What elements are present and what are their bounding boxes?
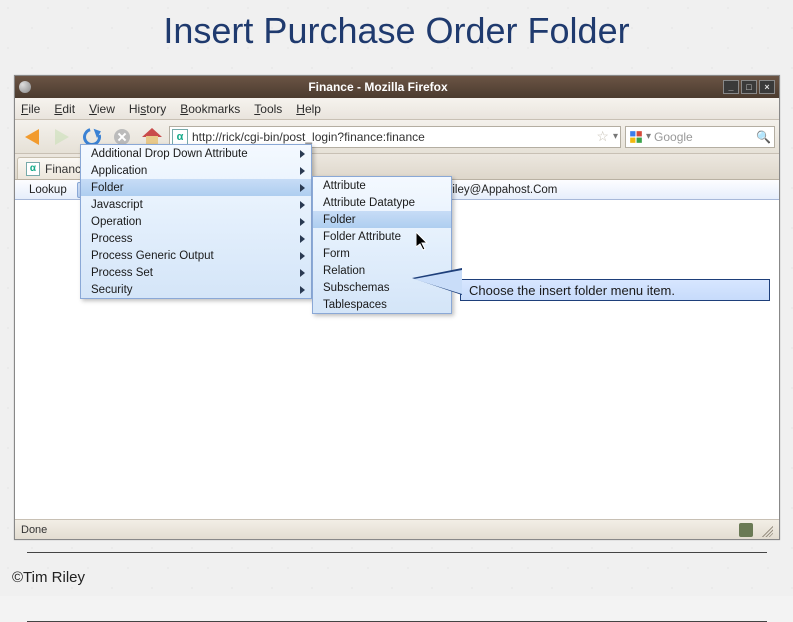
menu-item-label: Security	[91, 284, 133, 296]
menu-help[interactable]: Help	[296, 102, 321, 116]
menu-item-label: Process Generic Output	[91, 250, 214, 262]
status-bar: Done	[15, 519, 779, 539]
menu-item-label: Application	[91, 165, 147, 177]
forward-button[interactable]	[49, 124, 75, 150]
menu-item-label: Operation	[91, 216, 142, 228]
minimize-button[interactable]: _	[723, 80, 739, 94]
menu-item-label: Folder	[323, 214, 356, 226]
menu-item-label: Javascript	[91, 199, 143, 211]
submenu-item-folder-attribute[interactable]: Folder Attribute	[313, 228, 451, 245]
menu-item-process[interactable]: Process	[81, 230, 311, 247]
menu-item-label: Process	[91, 233, 133, 245]
home-icon	[143, 129, 161, 145]
mouse-cursor-icon	[416, 232, 430, 252]
copyright-text: ©Tim Riley	[12, 569, 85, 586]
menu-item-label: Additional Drop Down Attribute	[91, 148, 248, 160]
google-icon	[629, 130, 643, 144]
menu-item-label: Attribute Datatype	[323, 197, 415, 209]
window-title: Finance - Mozilla Firefox	[35, 80, 721, 94]
menu-item-label: Relation	[323, 265, 365, 277]
menu-item-process-generic-output[interactable]: Process Generic Output	[81, 247, 311, 264]
status-text: Done	[21, 524, 47, 536]
menu-item-label: Subschemas	[323, 282, 389, 294]
site-favicon-icon: α	[172, 129, 188, 145]
submenu-arrow-icon	[300, 201, 305, 209]
insert-dropdown: Additional Drop Down Attribute Applicati…	[80, 144, 312, 299]
submenu-item-folder[interactable]: Folder	[313, 211, 451, 228]
back-arrow-icon	[25, 129, 39, 145]
search-placeholder: Google	[654, 130, 753, 144]
divider-line	[27, 552, 767, 553]
bookmark-star-icon[interactable]: ☆	[596, 128, 609, 145]
menu-edit[interactable]: Edit	[54, 102, 75, 116]
window-titlebar: Finance - Mozilla Firefox _ □ ×	[15, 76, 779, 98]
search-box[interactable]: ▾ Google 🔍	[625, 126, 775, 148]
submenu-arrow-icon	[300, 167, 305, 175]
callout-text: Choose the insert folder menu item.	[469, 283, 675, 298]
menu-file-label: ile	[28, 102, 40, 116]
url-dropdown-icon[interactable]: ▾	[613, 131, 618, 142]
menu-item-label: Form	[323, 248, 350, 260]
maximize-button[interactable]: □	[741, 80, 757, 94]
menu-view[interactable]: View	[89, 102, 115, 116]
submenu-arrow-icon	[300, 184, 305, 192]
menu-bookmarks[interactable]: Bookmarks	[180, 102, 240, 116]
submenu-item-tablespaces[interactable]: Tablespaces	[313, 296, 451, 313]
search-engine-dropdown-icon[interactable]: ▾	[646, 131, 651, 142]
menu-item-security[interactable]: Security	[81, 281, 311, 298]
resize-grip-icon[interactable]	[759, 523, 773, 537]
menu-item-label: Attribute	[323, 180, 366, 192]
submenu-arrow-icon	[300, 150, 305, 158]
submenu-arrow-icon	[300, 252, 305, 260]
menu-item-operation[interactable]: Operation	[81, 213, 311, 230]
menu-file[interactable]: File	[21, 102, 40, 116]
back-button[interactable]	[19, 124, 45, 150]
window-menu-icon[interactable]	[19, 81, 31, 93]
instruction-callout: Choose the insert folder menu item.	[460, 279, 770, 301]
submenu-arrow-icon	[300, 218, 305, 226]
menu-item-label: Folder Attribute	[323, 231, 401, 243]
appmenu-lookup[interactable]: Lookup	[19, 182, 77, 198]
submenu-arrow-icon	[300, 286, 305, 294]
close-button[interactable]: ×	[759, 80, 775, 94]
submenu-arrow-icon	[300, 235, 305, 243]
forward-arrow-icon	[55, 129, 69, 145]
menu-item-label: Tablespaces	[323, 299, 387, 311]
menu-history[interactable]: History	[129, 102, 166, 116]
menu-item-additional-drop-down-attribute[interactable]: Additional Drop Down Attribute	[81, 145, 311, 162]
statusbar-addon-icon[interactable]	[739, 523, 753, 537]
menu-item-label: Folder	[91, 182, 124, 194]
submenu-item-attribute[interactable]: Attribute	[313, 177, 451, 194]
menu-item-folder[interactable]: Folder	[81, 179, 311, 196]
submenu-item-attribute-datatype[interactable]: Attribute Datatype	[313, 194, 451, 211]
menu-item-label: Process Set	[91, 267, 153, 279]
url-text: http://rick/cgi-bin/post_login?finance:f…	[192, 130, 592, 144]
submenu-item-form[interactable]: Form	[313, 245, 451, 262]
tab-favicon-icon: α	[26, 162, 40, 176]
search-icon[interactable]: 🔍	[756, 130, 771, 144]
stop-icon	[114, 129, 130, 145]
submenu-arrow-icon	[300, 269, 305, 277]
menu-item-javascript[interactable]: Javascript	[81, 196, 311, 213]
menu-tools[interactable]: Tools	[254, 102, 282, 116]
browser-menubar: File Edit View History Bookmarks Tools H…	[15, 98, 779, 120]
slide-title: Insert Purchase Order Folder	[0, 10, 793, 52]
menu-item-application[interactable]: Application	[81, 162, 311, 179]
menu-item-process-set[interactable]: Process Set	[81, 264, 311, 281]
